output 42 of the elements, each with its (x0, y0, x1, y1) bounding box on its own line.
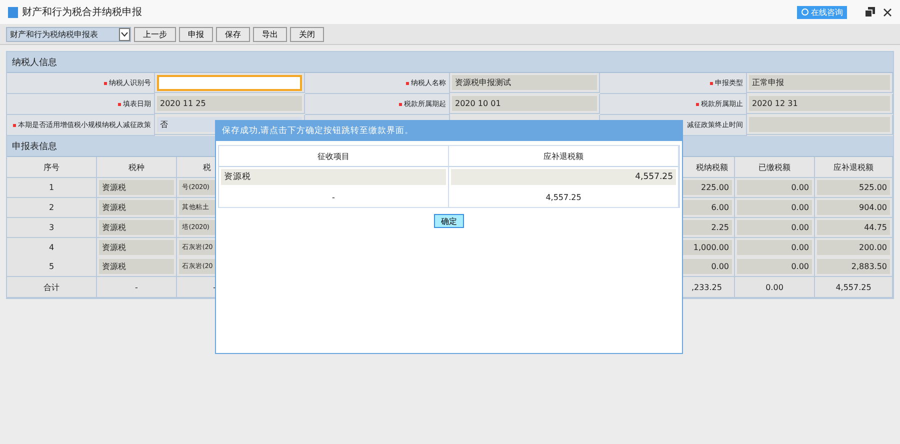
table-cell: 4 (7, 238, 97, 257)
table-cell: 0.00 (737, 200, 812, 215)
column-header: 应补退税额 (449, 146, 679, 167)
section-header: 纳税人信息 (7, 52, 893, 73)
table-cell: 525.00 (817, 180, 890, 195)
table-cell: 2,883.50 (817, 259, 890, 274)
table-cell: - (219, 187, 449, 207)
table-cell: 资源税 (99, 240, 174, 255)
table-cell: 资源税 (99, 180, 174, 195)
column-header: 序号 (7, 157, 97, 178)
table-cell: 904.00 (817, 200, 890, 215)
table-cell: 资源税 (99, 200, 174, 215)
table-cell: - (97, 277, 177, 298)
readonly-field: 2020 10 01 (452, 96, 597, 111)
table-cell: 0.00 (737, 220, 812, 235)
window-title: 财产和行为税合并纳税申报 (22, 6, 143, 19)
table-cell: 2 (7, 198, 97, 218)
table-cell: 44.75 (817, 220, 890, 235)
table-cell: 0.00 (737, 180, 812, 195)
table-cell: 3 (7, 218, 97, 238)
table-cell: 4,557.25 (451, 169, 676, 185)
table-cell: 1 (7, 178, 97, 198)
table-cell: 4,557.25 (449, 187, 679, 207)
table-cell: 资源税 (99, 259, 174, 274)
table-cell: 资源税 (99, 220, 174, 235)
column-header: 征收项目 (219, 146, 449, 167)
table-cell: 0.00 (737, 240, 812, 255)
readonly-field: 2020 11 25 (157, 96, 302, 111)
table-cell: 0.00 (737, 259, 812, 274)
column-header: 应补退税额 (815, 157, 893, 178)
table-cell: 合计 (7, 277, 97, 298)
table-cell: 200.00 (817, 240, 890, 255)
table-cell: 5 (7, 257, 97, 277)
readonly-field: 资源税申报测试 (452, 75, 597, 90)
dialog-title: 保存成功,请点击下方确定按钮跳转至缴款界面。 (216, 121, 682, 141)
table-cell: 0.00 (735, 277, 815, 298)
readonly-field: 2020 12 31 (749, 96, 890, 111)
column-header: 税种 (97, 157, 177, 178)
table-cell: 资源税 (221, 169, 446, 185)
table-cell: 4,557.25 (815, 277, 893, 298)
readonly-field: 正常申报 (749, 75, 890, 90)
column-header: 已缴税额 (735, 157, 815, 178)
